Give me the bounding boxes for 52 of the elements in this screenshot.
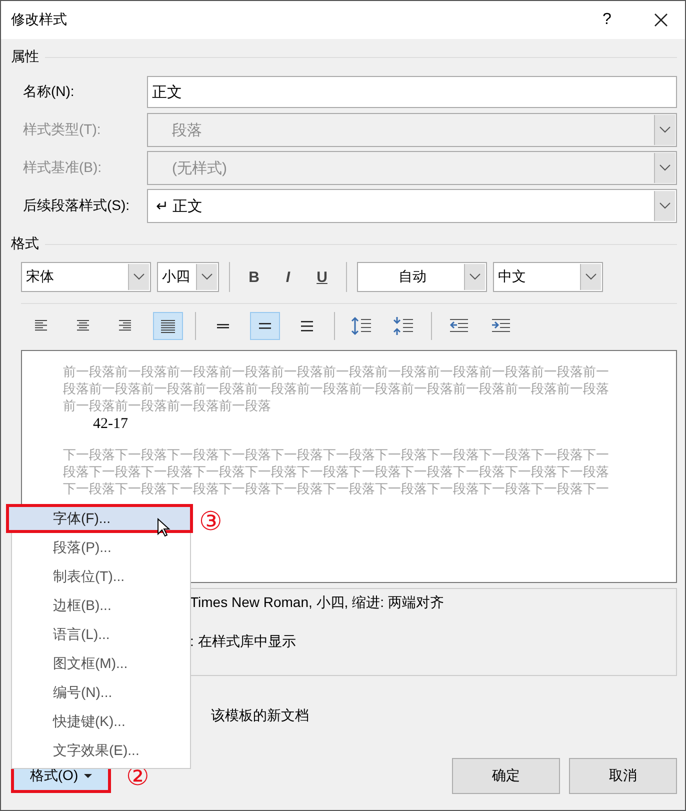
color-dropdown[interactable]: 自动 xyxy=(357,262,487,292)
menu-item[interactable]: 段落(P)... xyxy=(12,533,190,562)
style-toggle-button[interactable]: U xyxy=(308,263,336,291)
line-spacing-button[interactable] xyxy=(250,312,280,340)
field-label: 样式类型(T): xyxy=(23,121,102,139)
menu-item[interactable]: 边框(B)... xyxy=(12,591,190,620)
line-spacing-icon xyxy=(299,319,315,333)
style-toggle-button[interactable]: B xyxy=(240,263,268,291)
field-label: 样式基准(B): xyxy=(23,159,103,177)
field-label: 后续段落样式(S): xyxy=(23,197,131,215)
align-icon xyxy=(118,319,134,333)
font-dropdown[interactable]: 宋体 xyxy=(21,262,151,292)
preview-text: 段落下一段落下一段落下一段落下一段落下一段落下一段落下一段落下一段落下一段落下一段落 xyxy=(63,463,610,480)
description-text: : 在样式库中显示 xyxy=(190,633,297,651)
field-label: 名称(N): xyxy=(23,83,76,101)
section-heading: 属性 xyxy=(11,48,39,66)
size-dropdown[interactable]: 小四 xyxy=(157,262,219,292)
align-icon xyxy=(34,319,50,333)
language-dropdown[interactable]: 中文 xyxy=(493,262,603,292)
preview-text: 下一段落下一段落下一段落下一段落下一段落下一段落下一段落下一段落下一段落下一段落下一 xyxy=(63,480,610,497)
close-icon xyxy=(654,13,668,27)
align-icon xyxy=(160,319,176,333)
menu-item[interactable]: 编号(N)... xyxy=(12,678,190,707)
paragraph-spacing-icon xyxy=(393,316,415,336)
dialog-button[interactable]: 取消 xyxy=(569,758,677,794)
help-button[interactable]: ? xyxy=(583,1,631,39)
sample-text: 42-17 xyxy=(92,415,129,434)
alignment-button[interactable] xyxy=(153,312,183,340)
indent-icon xyxy=(490,317,512,335)
mouse-pointer-icon xyxy=(157,518,171,538)
indent-icon xyxy=(448,317,470,335)
preview-text: 段落前一段落前一段落前一段落前一段落前一段落前一段落前一段落前一段落前一段落前一段落 xyxy=(63,380,610,397)
style-dropdown[interactable]: ↵ 正文 xyxy=(147,189,677,223)
menu-item[interactable]: 快捷键(K)... xyxy=(12,707,190,736)
option-label: 该模板的新文档 xyxy=(211,707,309,725)
paragraph-spacing-icon xyxy=(351,316,373,336)
preview-text: 下一段落下一段落下一段落下一段落下一段落下一段落下一段落下一段落下一段落下一段落下一 xyxy=(63,446,610,463)
style-toggle-button[interactable]: I xyxy=(274,263,302,291)
dialog-button[interactable]: 确定 xyxy=(452,758,560,794)
align-icon xyxy=(76,319,92,333)
window-title: 修改样式 xyxy=(11,11,68,29)
callout-number: ③ xyxy=(199,506,222,537)
menu-item[interactable]: 图文框(M)... xyxy=(12,649,190,678)
menu-item[interactable]: 语言(L)... xyxy=(12,620,190,649)
description-text: Times New Roman, 小四, 缩进: 两端对齐 xyxy=(190,594,445,612)
menu-item[interactable]: 制表位(T)... xyxy=(12,562,190,591)
name-field[interactable]: 正文 xyxy=(147,76,677,108)
preview-text: 前一段落前一段落前一段落前一段落 xyxy=(63,397,272,414)
preview-text: 前一段落前一段落前一段落前一段落前一段落前一段落前一段落前一段落前一段落前一段落前一 xyxy=(63,363,610,380)
section-heading: 格式 xyxy=(11,235,39,253)
caret-icon xyxy=(84,774,92,778)
menu-item[interactable]: 字体(F)... xyxy=(6,504,193,533)
